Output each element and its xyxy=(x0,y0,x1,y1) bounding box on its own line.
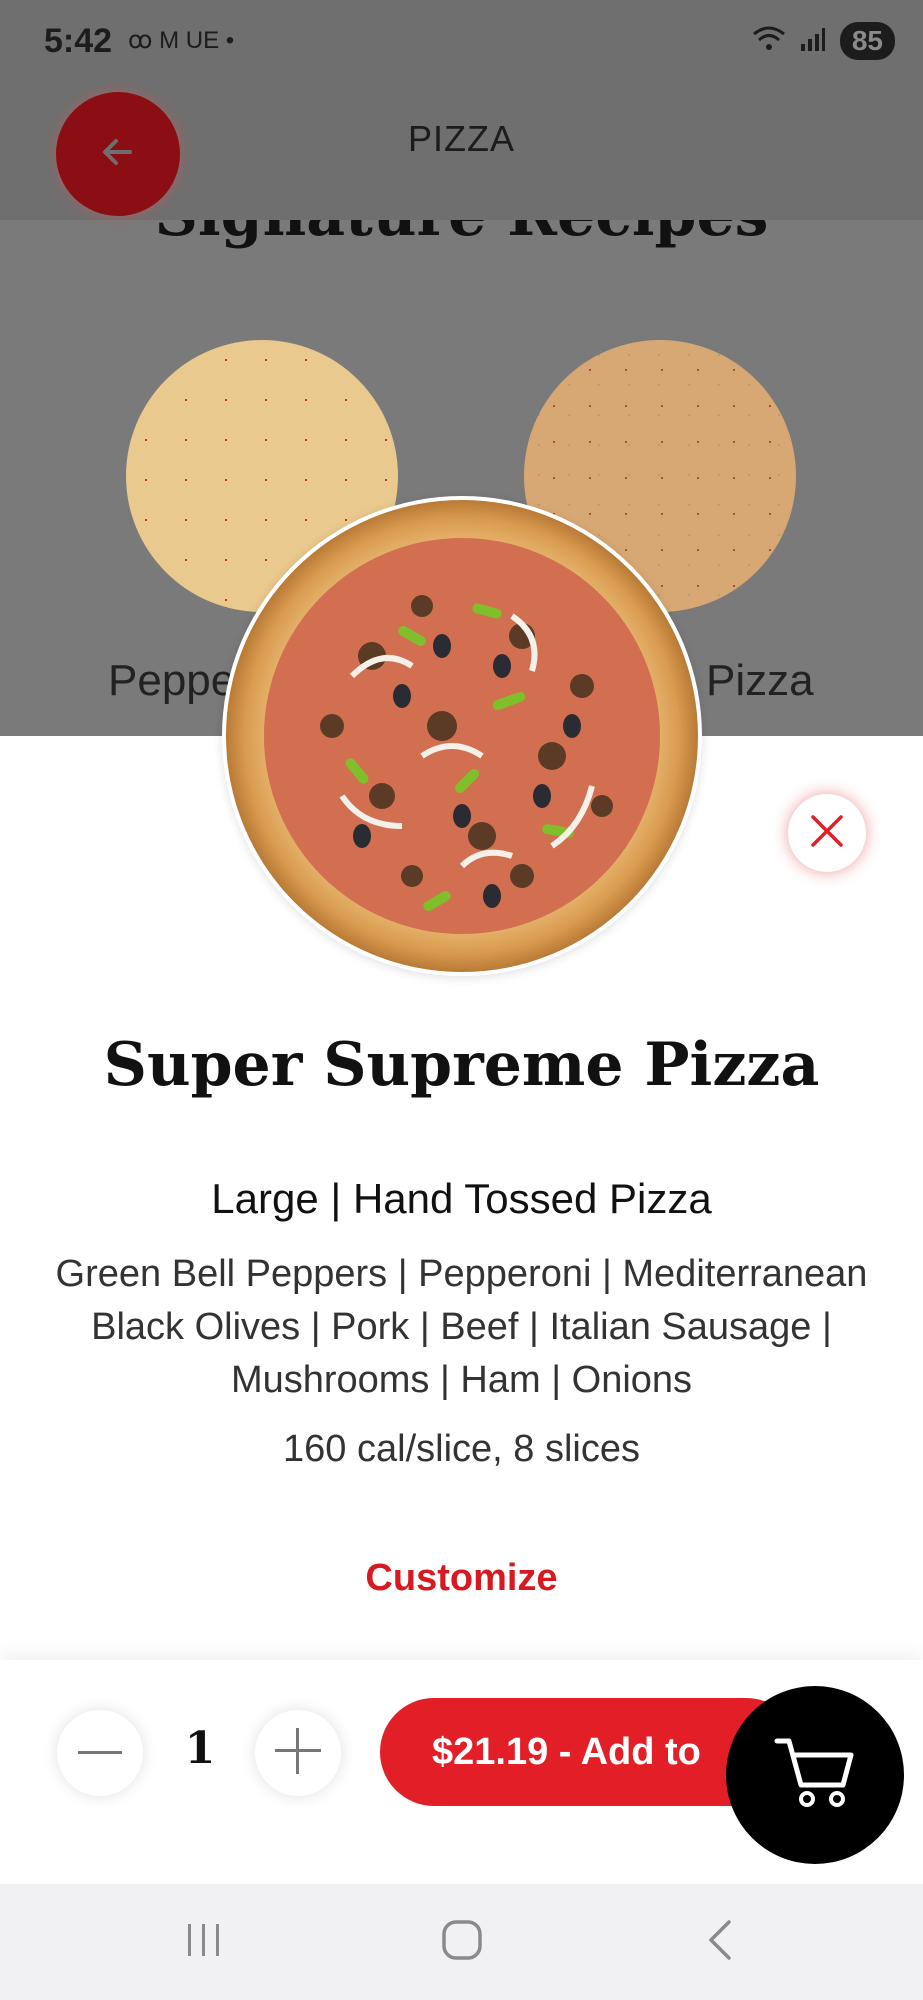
battery-indicator: 85 xyxy=(839,22,895,60)
wifi-icon xyxy=(752,25,786,58)
page-title: PIZZA xyxy=(407,118,515,159)
close-button[interactable] xyxy=(788,794,866,872)
product-calories: 160 cal/slice, 8 slices xyxy=(283,1428,640,1470)
product-image xyxy=(222,496,702,976)
system-back-button[interactable] xyxy=(680,1914,760,1970)
notification-icons: ꝏ M UE • xyxy=(128,27,235,54)
chevron-left-icon xyxy=(705,1918,735,1967)
status-bar: 5:42 ꝏ M UE • 85 xyxy=(0,0,923,86)
status-time: 5:42 xyxy=(44,22,113,60)
product-size: Large | Hand Tossed Pizza xyxy=(211,1175,712,1222)
recent-apps-button[interactable] xyxy=(164,1914,244,1970)
signal-icon xyxy=(800,26,826,57)
home-icon xyxy=(441,1919,483,1966)
top-bar: 5:42 ꝏ M UE • 85 PIZZA xyxy=(0,0,923,220)
cart-button[interactable] xyxy=(726,1686,904,1864)
system-nav-bar xyxy=(0,1884,923,2000)
pizza-card-label: Pizza xyxy=(706,656,814,705)
home-button[interactable] xyxy=(422,1914,502,1970)
customize-link[interactable]: Customize xyxy=(0,1557,923,1600)
increase-quantity-button[interactable] xyxy=(255,1710,341,1796)
order-bar: 1 $21.19 - Add to xyxy=(0,1660,923,1884)
recents-icon xyxy=(184,1920,224,1965)
minus-icon xyxy=(78,1744,122,1762)
plus-icon xyxy=(275,1727,321,1779)
decrease-quantity-button[interactable] xyxy=(57,1710,143,1796)
quantity-value: 1 xyxy=(184,1723,216,1774)
close-icon xyxy=(809,813,845,854)
product-toppings: Green Bell Peppers | Pepperoni | Mediter… xyxy=(55,1253,868,1401)
product-name: Super Supreme Pizza xyxy=(103,1030,820,1100)
status-right: 85 xyxy=(752,22,895,60)
cart-icon xyxy=(773,1733,857,1818)
pizza-card-label: Peppe xyxy=(108,656,236,705)
